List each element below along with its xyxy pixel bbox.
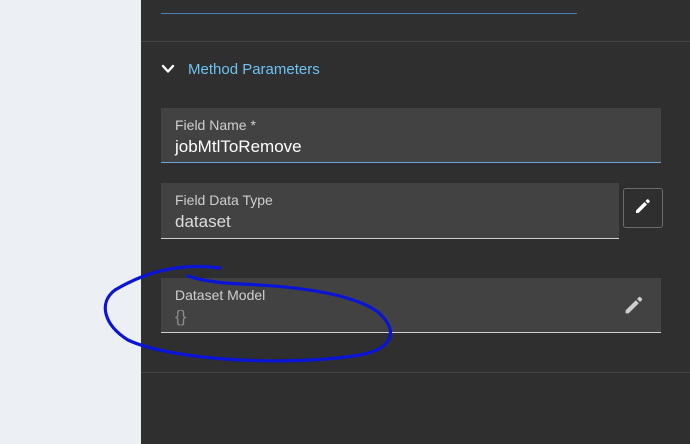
dataset-model-field[interactable]: Dataset Model {} xyxy=(161,278,661,333)
method-parameters-header[interactable]: Method Parameters xyxy=(160,56,320,82)
edit-data-type-button[interactable] xyxy=(623,188,663,228)
field-data-type-value[interactable]: dataset xyxy=(175,210,605,234)
section-title: Method Parameters xyxy=(188,60,320,78)
left-gutter xyxy=(0,0,141,444)
pencil-icon xyxy=(633,196,653,221)
previous-field-underline xyxy=(161,13,577,14)
field-name-field[interactable]: Field Name * jobMtlToRemove xyxy=(161,108,661,163)
section-divider-top xyxy=(141,41,690,42)
pencil-icon[interactable] xyxy=(622,293,646,317)
chevron-down-icon[interactable] xyxy=(160,61,176,77)
dataset-model-value[interactable]: {} xyxy=(175,305,647,329)
dataset-model-label: Dataset Model xyxy=(175,287,266,303)
section-divider-bottom xyxy=(141,372,690,373)
field-data-type-label: Field Data Type xyxy=(175,192,273,208)
field-name-label: Field Name * xyxy=(175,117,256,133)
field-data-type-field[interactable]: Field Data Type dataset xyxy=(161,183,619,239)
field-name-value[interactable]: jobMtlToRemove xyxy=(175,135,647,159)
